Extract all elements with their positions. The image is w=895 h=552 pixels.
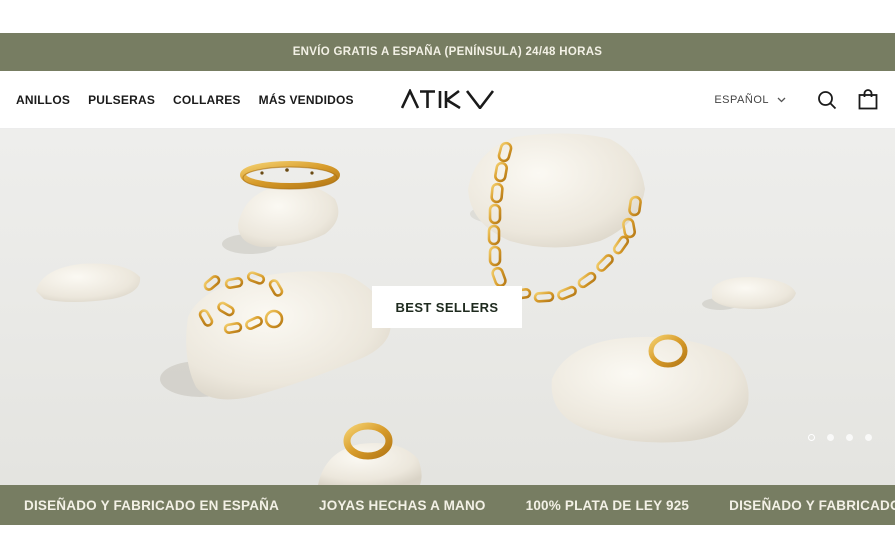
slide-dot-1[interactable] <box>808 434 815 441</box>
nav-item-anillos[interactable]: ANILLOS <box>16 93 70 107</box>
shopping-bag-icon[interactable] <box>857 89 879 111</box>
marquee-item: 100% PLATA DE LEY 925 <box>525 497 690 513</box>
marquee-item: DISEÑADO Y FABRICADO EN ESPAÑA <box>24 497 280 513</box>
slide-indicators <box>808 434 872 441</box>
nav-item-pulseras[interactable]: PULSERAS <box>88 93 155 107</box>
hero-slideshow[interactable]: BEST SELLERS <box>0 129 895 485</box>
top-spacer <box>0 0 895 33</box>
marquee-track: DISEÑADO Y FABRICADO EN ESPAÑA JOYAS HEC… <box>0 498 895 513</box>
site-header: ANILLOS PULSERAS COLLARES MÁS VENDIDOS E… <box>0 71 895 129</box>
nav-item-mas-vendidos[interactable]: MÁS VENDIDOS <box>259 93 354 107</box>
nav-item-collares[interactable]: COLLARES <box>173 93 241 107</box>
language-selector[interactable]: ESPAÑOL <box>714 94 786 106</box>
brand-logo-mark <box>400 87 495 111</box>
slide-dot-3[interactable] <box>846 434 853 441</box>
brand-logo[interactable] <box>400 87 495 111</box>
announcement-bar: ENVÍO GRATIS A ESPAÑA (PENÍNSULA) 24/48 … <box>0 33 895 71</box>
bottom-spacer <box>0 525 895 552</box>
best-sellers-button[interactable]: BEST SELLERS <box>372 286 522 328</box>
language-label: ESPAÑOL <box>714 93 769 106</box>
slide-dot-4[interactable] <box>865 434 872 441</box>
chevron-down-icon <box>777 94 786 106</box>
announcement-text: ENVÍO GRATIS A ESPAÑA (PENÍNSULA) 24/48 … <box>292 46 603 58</box>
marquee-item: DISEÑADO Y FABRICADO EN ESPAÑA <box>729 497 895 513</box>
header-tools: ESPAÑOL <box>714 71 879 128</box>
search-icon[interactable] <box>816 89 838 111</box>
features-marquee: DISEÑADO Y FABRICADO EN ESPAÑA JOYAS HEC… <box>0 485 895 525</box>
slide-dot-2[interactable] <box>827 434 834 441</box>
main-nav: ANILLOS PULSERAS COLLARES MÁS VENDIDOS <box>16 71 354 128</box>
marquee-item: JOYAS HECHAS A MANO <box>319 497 486 513</box>
